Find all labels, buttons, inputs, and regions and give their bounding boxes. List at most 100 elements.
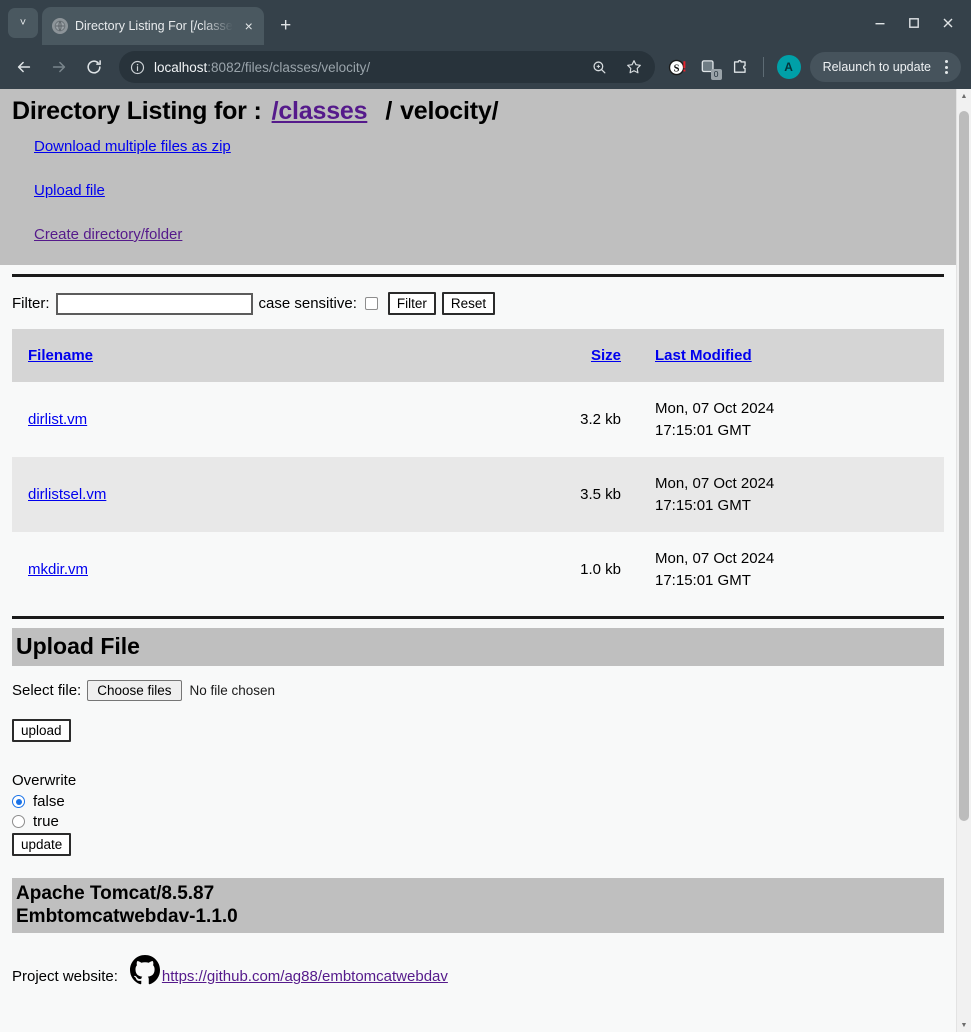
reset-button[interactable]: Reset (441, 292, 496, 315)
page-viewport: Directory Listing for : /classes / velocity… (0, 89, 971, 1032)
filter-row: Filter: case sensitive: Filter Reset (0, 286, 956, 321)
page-title: Directory Listing for : /classes / velocity… (12, 97, 956, 126)
update-button[interactable]: update (12, 833, 72, 856)
project-website-row: Project website: https://github.com/ag88… (0, 933, 956, 985)
scroll-up-arrow[interactable]: ▲ (957, 89, 971, 103)
radio-true[interactable] (12, 815, 25, 828)
browser-window: ˅ Directory Listing For [/classe × + loc… (0, 0, 971, 1032)
chrome-menu-icon[interactable] (935, 54, 957, 80)
case-sensitive-checkbox[interactable] (364, 297, 378, 310)
file-link[interactable]: dirlistsel.vm (28, 486, 106, 503)
avatar[interactable]: A (776, 55, 801, 79)
s-extension-icon[interactable]: S (664, 53, 692, 81)
upload-section-title: Upload File (12, 628, 944, 666)
chevron-down-icon: ˅ (19, 17, 27, 29)
url-text: localhost:8082/files/classes/velocity/ (154, 60, 579, 75)
select-file-label: Select file: (12, 682, 82, 699)
file-modified-date: Mon, 07 Oct 2024 (655, 399, 775, 417)
new-tab-button[interactable]: + (272, 11, 300, 39)
tab-close-icon[interactable]: × (240, 17, 258, 35)
forward-button[interactable] (43, 51, 75, 83)
file-modified: Mon, 07 Oct 2024 17:15:01 GMT (639, 457, 944, 532)
url-path: :8082/files/classes/velocity/ (207, 59, 371, 75)
relaunch-label: Relaunch to update (822, 60, 931, 74)
close-window-button[interactable] (931, 8, 965, 38)
overwrite-legend: Overwrite (12, 772, 77, 789)
puzzle-icon[interactable] (726, 53, 754, 81)
download-zip-link[interactable]: Download multiple files as zip (34, 138, 956, 155)
search-zoom-icon[interactable] (587, 54, 613, 80)
browser-tab[interactable]: Directory Listing For [/classe × (42, 7, 264, 45)
toolbar-divider (762, 57, 764, 77)
table-header-row: Filename Size Last Modified (12, 329, 944, 382)
tab-search-button[interactable]: ˅ (8, 8, 38, 38)
breadcrumb-classes-link[interactable]: /classes (272, 97, 368, 125)
tab-strip: ˅ Directory Listing For [/classe × + (0, 0, 971, 45)
divider-upload (12, 616, 944, 619)
filter-input[interactable] (55, 292, 253, 315)
file-modified-time: 17:15:01 GMT (655, 571, 751, 589)
project-website-link[interactable]: https://github.com/ag88/embtomcatwebdav (162, 968, 448, 985)
radio-true-label: true (33, 813, 59, 830)
file-modified: Mon, 07 Oct 2024 17:15:01 GMT (639, 382, 944, 457)
overwrite-section: Overwrite false true update (0, 742, 956, 856)
breadcrumb-separator: / (385, 97, 393, 125)
filter-button[interactable]: Filter (387, 292, 436, 315)
file-modified-time: 17:15:01 GMT (655, 421, 751, 439)
upload-button-row: upload (0, 701, 956, 742)
no-file-chosen-text: No file chosen (189, 683, 276, 698)
file-size: 3.5 kb (580, 486, 621, 503)
site-info-icon[interactable] (129, 59, 146, 76)
case-sensitive-label: case sensitive: (258, 295, 357, 312)
upload-submit-button[interactable]: upload (12, 719, 71, 742)
svg-text:S: S (674, 63, 680, 74)
action-links: Download multiple files as zip Upload fi… (0, 126, 956, 243)
project-website-label: Project website: (12, 968, 118, 986)
server-version: Embtomcatwebdav-1.1.0 (16, 906, 238, 928)
sort-size-link[interactable]: Size (591, 347, 621, 364)
breadcrumb-current: velocity/ (400, 97, 499, 125)
sort-last-modified-link[interactable]: Last Modified (655, 347, 752, 364)
overwrite-option-false[interactable]: false (12, 793, 956, 810)
file-size: 3.2 kb (580, 411, 621, 428)
tab-group-icon[interactable]: 0 (695, 53, 723, 81)
radio-false[interactable] (12, 795, 25, 808)
window-controls (863, 7, 965, 45)
overwrite-option-true[interactable]: true (12, 813, 956, 830)
browser-toolbar: localhost:8082/files/classes/velocity/ S (0, 45, 971, 89)
minimize-button[interactable] (863, 8, 897, 38)
address-bar[interactable]: localhost:8082/files/classes/velocity/ (119, 51, 655, 83)
star-icon[interactable] (621, 54, 647, 80)
server-info: Apache Tomcat/8.5.87 Embtomcatwebdav-1.1… (12, 878, 944, 934)
page-scrollbar[interactable]: ▲ ▼ (956, 89, 971, 1032)
page-content: Directory Listing for : /classes / velocity… (0, 89, 956, 1032)
scroll-down-arrow[interactable]: ▼ (957, 1018, 971, 1032)
tab-title: Directory Listing For [/classe (75, 19, 233, 33)
maximize-button[interactable] (897, 8, 931, 38)
back-button[interactable] (8, 51, 40, 83)
directory-header-panel: Directory Listing for : /classes / velocity… (0, 89, 956, 265)
file-modified-date: Mon, 07 Oct 2024 (655, 474, 775, 492)
server-name: Apache Tomcat/8.5.87 (16, 883, 215, 904)
globe-icon (52, 18, 68, 34)
github-octocat-icon (129, 955, 160, 985)
create-directory-link[interactable]: Create directory/folder (34, 226, 956, 243)
sort-filename-link[interactable]: Filename (28, 347, 93, 364)
update-button-row: update (12, 833, 956, 856)
url-host: localhost (154, 59, 208, 75)
table-row: dirlist.vm 3.2 kb Mon, 07 Oct 2024 17:15… (12, 382, 944, 457)
table-row: mkdir.vm 1.0 kb Mon, 07 Oct 2024 17:15:0… (12, 532, 944, 607)
file-link[interactable]: mkdir.vm (28, 561, 88, 578)
choose-files-button[interactable]: Choose files (87, 680, 182, 701)
tab-group-count: 0 (710, 69, 722, 80)
upload-file-link[interactable]: Upload file (34, 182, 956, 199)
radio-false-label: false (33, 793, 65, 810)
scrollbar-thumb[interactable] (959, 111, 969, 821)
page-title-prefix: Directory Listing for : (12, 97, 262, 125)
reload-button[interactable] (78, 51, 110, 83)
relaunch-to-update-button[interactable]: Relaunch to update (809, 52, 961, 82)
file-modified-date: Mon, 07 Oct 2024 (655, 549, 775, 567)
file-modified: Mon, 07 Oct 2024 17:15:01 GMT (639, 532, 944, 607)
file-link[interactable]: dirlist.vm (28, 411, 87, 428)
filter-label: Filter: (12, 295, 50, 312)
